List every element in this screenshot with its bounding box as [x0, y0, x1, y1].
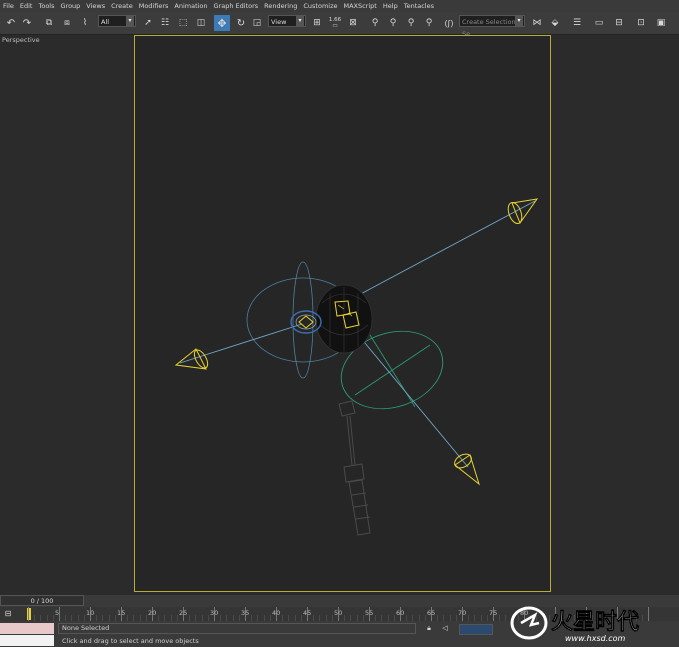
- render-setup-icon[interactable]: ⊡: [634, 15, 648, 31]
- main-toolbar: ↶ ↷ ⧉ ⧈ ⌇ All ▾ ➚ ☷ ⬚ ◫ ✥ ↻ ◲ View ▾ ⊞ 1…: [0, 12, 679, 38]
- watermark-logo: 火星时代 www.hxsd.com: [510, 606, 639, 643]
- menu-item-views[interactable]: Views: [83, 2, 108, 10]
- curve-editor-icon[interactable]: ▭: [592, 15, 606, 31]
- timeline-tick-label: 60: [396, 609, 405, 617]
- watermark-emblem: [510, 606, 548, 640]
- timeline-tick-label: 40: [272, 609, 281, 617]
- camera-rig: [338, 400, 371, 536]
- scene-wireframe: [174, 198, 539, 536]
- timeline-tick-label: 15: [117, 609, 126, 617]
- timeline-tick-label: 75: [489, 609, 498, 617]
- timeline-tick-label: 30: [210, 609, 219, 617]
- percent-snap-icon[interactable]: ⚲: [404, 15, 418, 31]
- timeline-tick-label: 45: [303, 609, 312, 617]
- prompt-line: Click and drag to select and move object…: [62, 637, 199, 645]
- menu-item-maxscript[interactable]: MAXScript: [341, 2, 380, 10]
- maxscript-listener-input[interactable]: [0, 635, 54, 646]
- menu-item-tentacles[interactable]: Tentacles: [401, 2, 437, 10]
- chevron-down-icon: ▾: [126, 16, 134, 26]
- x-coordinate-field[interactable]: [459, 624, 493, 635]
- reference-coordinate-value: View: [271, 18, 287, 26]
- select-and-move-icon[interactable]: ✥: [214, 15, 230, 31]
- menu-item-tools[interactable]: Tools: [35, 2, 57, 10]
- mirror-icon[interactable]: ⋈: [530, 15, 544, 31]
- unlink-selection-icon[interactable]: ⧈: [60, 15, 74, 31]
- menu-item-rendering[interactable]: Rendering: [261, 2, 300, 10]
- selection-filter-dropdown[interactable]: All ▾: [98, 15, 136, 27]
- timeline-tick-label: 55: [365, 609, 374, 617]
- menu-bar: File Edit Tools Group Views Create Modifiers An…: [0, 0, 679, 12]
- snaps-toggle-icon[interactable]: ⚲: [368, 15, 382, 31]
- timeline-tick-label: 5: [55, 609, 60, 617]
- menu-item-animation[interactable]: Animation: [171, 2, 210, 10]
- menu-item-modifiers[interactable]: Modifiers: [136, 2, 172, 10]
- timeline-tick-label: 20: [148, 609, 157, 617]
- time-counter[interactable]: 0 / 100: [0, 595, 84, 606]
- timeline-tick: [28, 607, 29, 621]
- select-object-icon[interactable]: ➚: [142, 15, 154, 31]
- select-by-name-icon[interactable]: ☷: [158, 15, 172, 31]
- select-and-link-icon[interactable]: ⧉: [42, 15, 56, 31]
- menu-item-customize[interactable]: Customize: [300, 2, 340, 10]
- window-crossing-icon[interactable]: ◫: [194, 15, 208, 31]
- timeline-tick-label: 35: [241, 609, 250, 617]
- menu-item-graph-editors[interactable]: Graph Editors: [211, 2, 262, 10]
- keyboard-shortcut-override-icon[interactable]: 1.66 ▭: [328, 15, 342, 31]
- pivot-center-icon[interactable]: ⊞: [310, 15, 324, 31]
- watermark-brand: 火星时代: [551, 610, 639, 635]
- schematic-view-icon[interactable]: ⊟: [612, 15, 626, 31]
- spotlight-cone-top-right: [507, 198, 539, 225]
- selection-status-box: [58, 623, 416, 634]
- select-and-scale-icon[interactable]: ◲: [250, 15, 264, 31]
- undo-icon[interactable]: ↶: [4, 15, 18, 31]
- angle-snap-icon[interactable]: ⚲: [386, 15, 400, 31]
- rectangular-selection-icon[interactable]: ⬚: [176, 15, 190, 31]
- redo-icon[interactable]: ↷: [20, 15, 34, 31]
- bind-to-space-warp-icon[interactable]: ⌇: [78, 15, 92, 31]
- layer-manager-icon[interactable]: ☰: [570, 15, 584, 31]
- menu-item-group[interactable]: Group: [58, 2, 84, 10]
- watermark-url: www.hxsd.com: [565, 634, 626, 643]
- perspective-viewport[interactable]: Perspective: [0, 35, 679, 594]
- menu-item-create[interactable]: Create: [108, 2, 136, 10]
- selection-filter-value: All: [101, 18, 110, 26]
- selection-lock-toggle-icon[interactable]: ◁: [440, 623, 450, 633]
- lock-selection-icon[interactable]: 🔒︎: [424, 623, 434, 633]
- mini-curve-editor-icon[interactable]: ⊟: [3, 608, 13, 619]
- maxscript-listener-output[interactable]: [0, 623, 54, 634]
- reference-coordinate-dropdown[interactable]: View ▾: [268, 15, 306, 27]
- selection-status: None Selected: [62, 624, 110, 632]
- chevron-down-icon: ▾: [296, 16, 304, 26]
- edit-named-selection-icon[interactable]: (ʃ): [442, 15, 456, 31]
- select-and-rotate-icon[interactable]: ↻: [234, 15, 248, 31]
- rendered-frame-window-icon[interactable]: ▣: [654, 15, 668, 31]
- timeline-tick-label: 10: [86, 609, 95, 617]
- timeline-tick-label: 25: [179, 609, 188, 617]
- menu-item-file[interactable]: File: [0, 2, 17, 10]
- chevron-down-icon: ▾: [515, 16, 523, 26]
- spotlight-cone-bottom-right: [454, 453, 480, 486]
- timeline-tick-label: 70: [458, 609, 467, 617]
- spinner-snap-icon[interactable]: ⚲: [422, 15, 436, 31]
- menu-item-help[interactable]: Help: [380, 2, 401, 10]
- menu-item-edit[interactable]: Edit: [17, 2, 36, 10]
- timeline-tick-label: 65: [427, 609, 436, 617]
- align-icon[interactable]: ⬙: [548, 15, 562, 31]
- named-selection-dropdown[interactable]: Create Selection Se ▾: [459, 15, 525, 38]
- timeline-tick: [59, 607, 60, 621]
- select-and-manipulate-icon[interactable]: ⊠: [346, 15, 360, 31]
- timeline-tick-label: 50: [334, 609, 343, 617]
